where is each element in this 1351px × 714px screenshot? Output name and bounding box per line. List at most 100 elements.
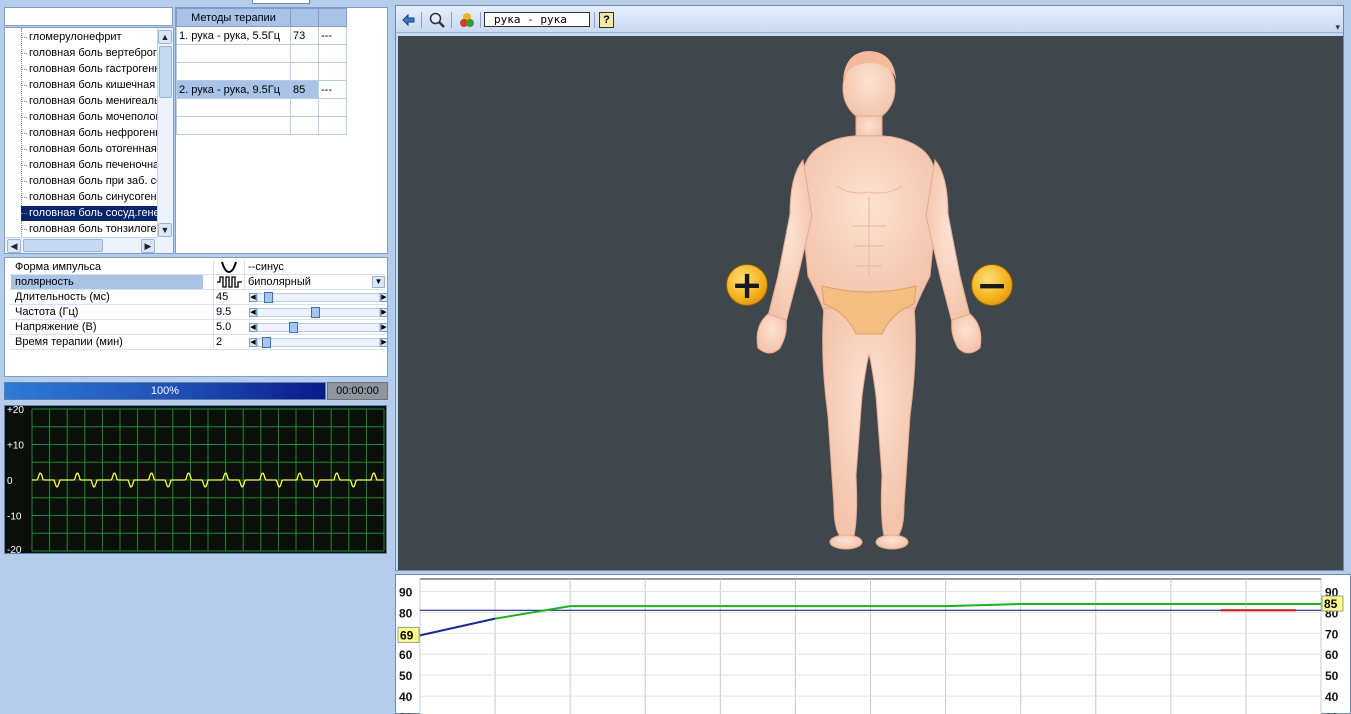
slider-left-icon[interactable]: ◀ [249, 338, 257, 347]
plus-electrode-icon[interactable]: + [726, 264, 768, 306]
slider-track[interactable] [257, 338, 380, 347]
voltage-value: 5.0 [213, 320, 243, 334]
polarity-label: полярность [11, 275, 203, 289]
scroll-thumb[interactable] [159, 46, 172, 98]
duration-slider[interactable]: ◀ ▶ [249, 292, 388, 303]
slider-left-icon[interactable]: ◀ [249, 323, 257, 332]
chart-y-tick-left: 50 [399, 669, 413, 683]
method-row[interactable] [176, 98, 347, 117]
tree-item[interactable]: головная боль вертеброгенная [21, 46, 157, 61]
therapy-time-slider[interactable]: ◀ ▶ [249, 337, 388, 348]
toolbar-separator [480, 12, 481, 28]
scope-y-label: +20 [7, 406, 24, 416]
frequency-value: 9.5 [213, 305, 243, 319]
chevron-down-icon[interactable]: ▼ [372, 276, 385, 288]
zoom-icon[interactable] [428, 11, 446, 29]
search-input[interactable] [4, 7, 173, 26]
chart-y-tick-right: 60 [1325, 648, 1339, 662]
scope-y-label: -10 [7, 512, 22, 523]
method-row[interactable] [176, 44, 347, 63]
param-row-frequency[interactable]: Частота (Гц) 9.5 ◀ ▶ [9, 305, 388, 320]
toolbar-overflow-icon[interactable]: ▾ [1335, 22, 1340, 33]
scope-y-label: +10 [7, 441, 24, 452]
tree-item[interactable]: головная боль тонзилогенная [21, 222, 157, 237]
method-row[interactable]: 1. рука - рука, 5.5Гц 73 --- [176, 26, 347, 45]
param-row-voltage[interactable]: Напряжение (В) 5.0 ◀ ▶ [9, 320, 388, 335]
slider-thumb[interactable] [261, 337, 271, 348]
body-canvas: + − [398, 36, 1343, 570]
slider-track[interactable] [257, 323, 380, 332]
minus-electrode-icon[interactable]: − [971, 264, 1013, 306]
therapy-timer: 00:00:00 [327, 382, 388, 400]
chart-y-tick-right: 70 [1325, 627, 1339, 641]
methods-header-value [290, 8, 319, 27]
body-viewer: рука - рука ? ▾ + − [395, 5, 1344, 571]
scope-y-label: -20 [7, 545, 22, 555]
slider-right-icon[interactable]: ▶ [380, 338, 388, 347]
signal-oscilloscope: +20 +10 0 -10 -20 [4, 405, 387, 555]
scroll-up-icon[interactable]: ▲ [158, 30, 172, 44]
chart-y-tick-left: 90 [399, 585, 413, 599]
tree-item[interactable]: гломерулонефрит [21, 30, 157, 45]
slider-thumb[interactable] [288, 322, 298, 333]
scroll-thumb-horizontal[interactable] [23, 239, 103, 252]
tree-item[interactable]: головная боль менигеальная [21, 94, 157, 109]
scroll-down-icon[interactable]: ▼ [158, 223, 172, 237]
scroll-right-icon[interactable]: ▶ [141, 239, 155, 253]
tree-horizontal-scrollbar[interactable]: ◀ ▶ [5, 237, 157, 253]
param-row-duration[interactable]: Длительность (мс) 45 ◀ ▶ [9, 290, 388, 305]
slider-right-icon[interactable]: ▶ [380, 293, 388, 302]
tree-item[interactable]: головная боль кишечная [21, 78, 157, 93]
method-name [176, 98, 291, 117]
chart-y-tick-left: 80 [399, 606, 413, 620]
tree-item[interactable]: головная боль при заб. сердца [21, 174, 157, 189]
slider-track[interactable] [257, 293, 380, 302]
plus-symbol: + [731, 263, 763, 307]
tree-item[interactable]: головная боль гастрогенная [21, 62, 157, 77]
method-row[interactable] [176, 116, 347, 135]
slider-left-icon[interactable]: ◀ [249, 293, 257, 302]
scroll-left-icon[interactable]: ◀ [7, 239, 21, 253]
viewer-toolbar: рука - рука ? ▾ [396, 6, 1343, 33]
tree-item[interactable]: головная боль печеночная [21, 158, 157, 173]
tree-item[interactable]: головная боль сосуд.генеза [21, 206, 157, 221]
nav-icon[interactable] [400, 11, 418, 29]
help-icon[interactable]: ? [599, 12, 614, 28]
frequency-slider[interactable]: ◀ ▶ [249, 307, 388, 318]
method-row[interactable] [176, 62, 347, 81]
bio-resonance-chart: 90908080707060605050404030306985 [395, 574, 1351, 714]
method-value [290, 98, 319, 117]
tree-item[interactable]: головная боль отогенная [21, 142, 157, 157]
top-tab[interactable] [252, 0, 310, 4]
tree-item[interactable]: головная боль нефрогенная [21, 126, 157, 141]
chart-end-label: 85 [1324, 597, 1338, 611]
slider-right-icon[interactable]: ▶ [380, 323, 388, 332]
slider-left-icon[interactable]: ◀ [249, 308, 257, 317]
slider-right-icon[interactable]: ▶ [380, 308, 388, 317]
method-row[interactable]: 2. рука - рука, 9.5Гц 85 --- [176, 80, 347, 99]
method-name [176, 116, 291, 135]
slider-thumb[interactable] [263, 292, 273, 303]
param-row-therapy-time[interactable]: Время терапии (мин) 2 ◀ ▶ [9, 335, 388, 350]
method-extra: --- [318, 26, 347, 45]
voltage-slider[interactable]: ◀ ▶ [249, 322, 388, 333]
tree-item[interactable]: головная боль мочеполовая [21, 110, 157, 125]
polarity-select[interactable]: биполярный ▼ [244, 275, 385, 289]
electrode-combo[interactable]: рука - рука [484, 12, 590, 27]
tree-item[interactable]: головная боль синусогенная [21, 190, 157, 205]
voltage-label: Напряжение (В) [15, 321, 97, 333]
disease-tree[interactable]: гломерулонефритголовная боль вертеброген… [4, 27, 174, 254]
method-extra [318, 62, 347, 81]
method-extra [318, 116, 347, 135]
tree-vertical-scrollbar[interactable]: ▲ ▼ [157, 28, 173, 239]
method-extra: --- [318, 80, 347, 99]
method-value: 73 [290, 26, 319, 45]
slider-thumb[interactable] [310, 307, 320, 318]
method-extra [318, 98, 347, 117]
param-row-polarity[interactable]: полярность биполярный ▼ [9, 275, 385, 290]
sine-wave-icon [213, 260, 243, 274]
duration-label: Длительность (мс) [15, 291, 110, 303]
param-row-pulse-shape[interactable]: Форма импульса --синус [9, 260, 385, 275]
palette-icon[interactable] [458, 11, 476, 29]
toolbar-separator [594, 12, 595, 28]
